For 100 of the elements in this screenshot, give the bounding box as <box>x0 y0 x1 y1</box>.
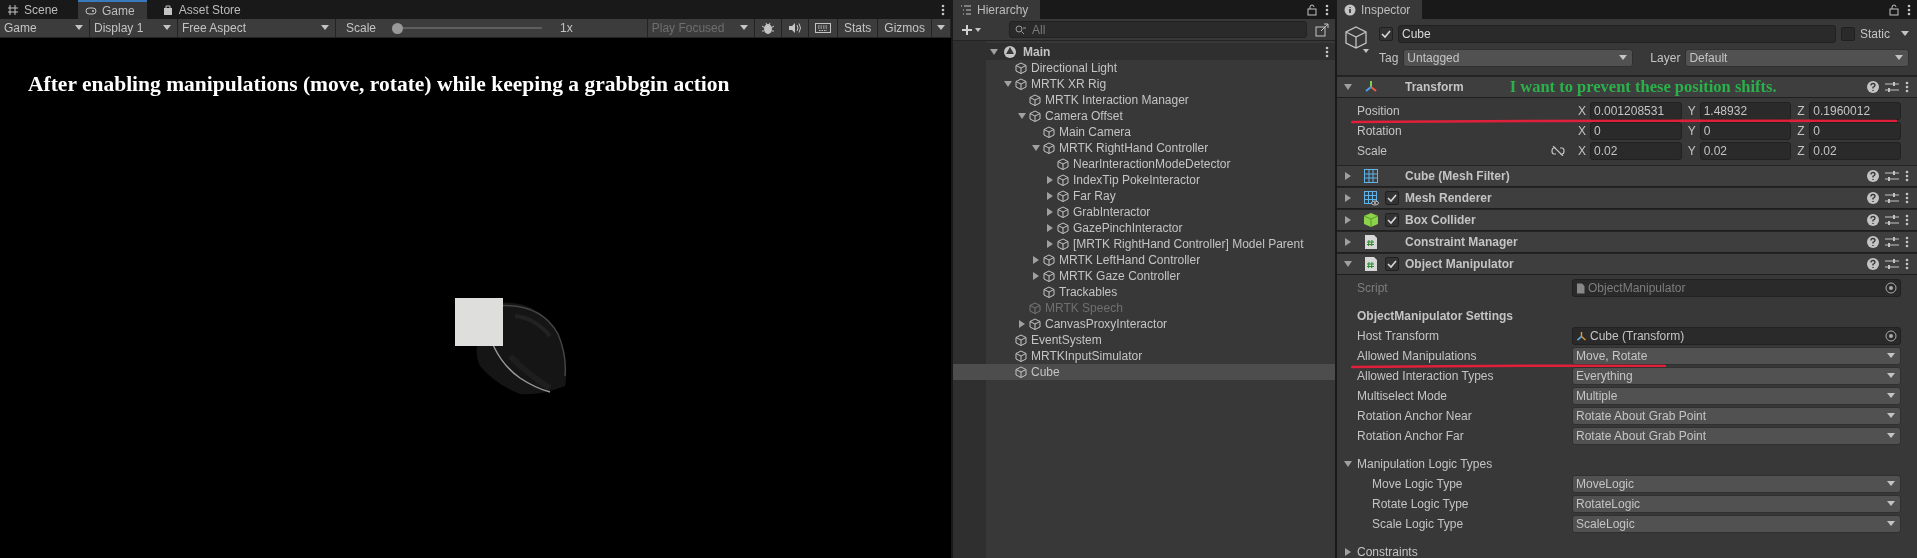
menu-icon[interactable] <box>1905 170 1909 182</box>
tab[interactable]: Scene <box>0 0 71 19</box>
hierarchy-item[interactable]: Camera Offset <box>953 108 1335 124</box>
hierarchy-item[interactable]: MRTK XR Rig <box>953 76 1335 92</box>
checkbox[interactable] <box>1385 257 1399 271</box>
dropdown[interactable]: ScaleLogic <box>1572 515 1901 533</box>
cube-icon[interactable] <box>1345 25 1371 55</box>
caret-icon[interactable] <box>1017 111 1027 121</box>
speaker-icon[interactable] <box>787 22 802 34</box>
search-field[interactable]: All <box>1009 21 1307 38</box>
caret-icon[interactable] <box>1343 459 1353 469</box>
dropdown[interactable]: Rotate About Grab Point <box>1572 427 1901 445</box>
lock-icon[interactable] <box>1889 3 1899 16</box>
dropdown-caret-icon[interactable] <box>1619 55 1628 61</box>
hierarchy-item[interactable]: NearInteractionModeDetector <box>953 156 1335 172</box>
presets-icon[interactable] <box>1885 192 1899 204</box>
display-dropdown[interactable]: Display 1 <box>90 18 178 38</box>
dropdown-caret-icon[interactable] <box>1887 353 1895 359</box>
unlinked-icon[interactable] <box>1551 146 1565 156</box>
dropdown[interactable]: Move, Rotate <box>1572 347 1901 365</box>
hierarchy-item[interactable]: [MRTK RightHand Controller] Model Parent <box>953 236 1335 252</box>
scene-visibility-icon[interactable] <box>1315 22 1329 37</box>
caret-icon[interactable] <box>1045 191 1055 201</box>
hierarchy-item[interactable]: MRTKInputSimulator <box>953 348 1335 364</box>
checkbox[interactable] <box>1385 213 1399 227</box>
tab[interactable]: Game <box>78 0 147 19</box>
dropdown-caret-icon[interactable] <box>1887 521 1895 527</box>
script-field[interactable]: ObjectManipulator <box>1572 279 1901 297</box>
caret-icon[interactable] <box>1343 259 1353 269</box>
hierarchy-item[interactable]: CanvasProxyInteractor <box>953 316 1335 332</box>
dropdown-caret-icon[interactable] <box>163 25 171 31</box>
help-icon[interactable] <box>1867 192 1879 204</box>
help-icon[interactable] <box>1867 214 1879 226</box>
caret-icon[interactable] <box>1045 239 1055 249</box>
menu-icon[interactable] <box>1325 45 1329 58</box>
caret-icon[interactable] <box>1031 255 1041 265</box>
caret-icon[interactable] <box>1343 237 1353 247</box>
inspector-tab[interactable]: Inspector <box>1337 0 1423 19</box>
name-field[interactable]: Cube <box>1398 25 1836 43</box>
caret-icon[interactable] <box>1017 319 1027 329</box>
dropdown[interactable]: MoveLogic <box>1572 475 1901 493</box>
component-header[interactable]: Transform I want to prevent these position shifts. <box>1337 76 1917 98</box>
number-field[interactable]: 0.02 <box>1590 142 1682 160</box>
hierarchy-item[interactable]: MRTK LeftHand Controller <box>953 252 1335 268</box>
caret-icon[interactable] <box>1045 223 1055 233</box>
caret-icon[interactable] <box>1343 215 1353 225</box>
caret-icon[interactable] <box>1031 143 1041 153</box>
lock-icon[interactable] <box>1307 3 1317 16</box>
presets-icon[interactable] <box>1885 236 1899 248</box>
caret-icon[interactable] <box>1343 82 1353 92</box>
hierarchy-item[interactable]: GazePinchInteractor <box>953 220 1335 236</box>
dropdown-caret-icon[interactable] <box>1887 481 1895 487</box>
component-header[interactable]: Constraint Manager <box>1337 231 1917 253</box>
hierarchy-tab[interactable]: Hierarchy <box>953 0 1041 19</box>
hierarchy-item[interactable]: GrabInteractor <box>953 204 1335 220</box>
presets-icon[interactable] <box>1885 170 1899 182</box>
number-field[interactable]: 0 <box>1809 122 1901 140</box>
scale-slider[interactable] <box>392 22 543 34</box>
caret-icon[interactable] <box>1343 171 1353 181</box>
help-icon[interactable] <box>1867 170 1879 182</box>
foldout-label[interactable]: Manipulation Logic Types <box>1357 457 1572 471</box>
dropdown-caret-icon[interactable] <box>1887 433 1895 439</box>
aspect-dropdown[interactable]: Free Aspect <box>178 18 336 38</box>
checkbox[interactable] <box>1379 27 1393 41</box>
dropdown-caret-icon[interactable] <box>1895 55 1903 61</box>
caret-icon[interactable] <box>1045 207 1055 217</box>
number-field[interactable]: 0.02 <box>1809 142 1901 160</box>
dropdown-caret-icon[interactable] <box>75 25 83 31</box>
presets-icon[interactable] <box>1885 81 1899 93</box>
menu-icon[interactable] <box>1325 3 1329 16</box>
caret-icon[interactable] <box>1343 547 1353 557</box>
dropdown-caret-icon[interactable] <box>937 25 945 31</box>
number-field[interactable]: 0.1960012 <box>1809 102 1901 120</box>
number-field[interactable]: 1.48932 <box>1699 102 1792 120</box>
foldout-label[interactable]: Constraints <box>1357 545 1572 558</box>
layer-dropdown[interactable]: Default <box>1685 49 1909 67</box>
number-field[interactable]: 0.02 <box>1699 142 1792 160</box>
help-icon[interactable] <box>1867 81 1879 93</box>
slider-thumb[interactable] <box>392 22 404 34</box>
hierarchy-item[interactable]: Cube <box>953 364 1335 380</box>
component-header[interactable]: Mesh Renderer <box>1337 187 1917 209</box>
caret-icon[interactable] <box>1003 79 1013 89</box>
dropdown-caret-icon[interactable] <box>1887 393 1895 399</box>
caret-icon[interactable] <box>1045 175 1055 185</box>
component-header[interactable]: Box Collider <box>1337 209 1917 231</box>
help-icon[interactable] <box>1867 258 1879 270</box>
menu-icon[interactable] <box>1905 236 1909 248</box>
help-icon[interactable] <box>1867 236 1879 248</box>
bug-icon[interactable] <box>760 21 775 35</box>
dropdown-caret-icon[interactable] <box>1887 501 1895 507</box>
menu-icon[interactable] <box>941 3 945 16</box>
caret-icon[interactable] <box>1031 271 1041 281</box>
number-field[interactable]: 0.001208531 <box>1590 102 1682 120</box>
caret-icon[interactable] <box>1343 193 1353 203</box>
menu-icon[interactable] <box>1905 192 1909 204</box>
dropdown-caret-icon[interactable] <box>1901 31 1909 37</box>
dropdown-caret-icon[interactable] <box>1887 413 1895 419</box>
dropdown[interactable]: Rotate About Grab Point <box>1572 407 1901 425</box>
hierarchy-item[interactable]: Directional Light <box>953 60 1335 76</box>
object-field[interactable]: Cube (Transform) <box>1572 327 1901 345</box>
